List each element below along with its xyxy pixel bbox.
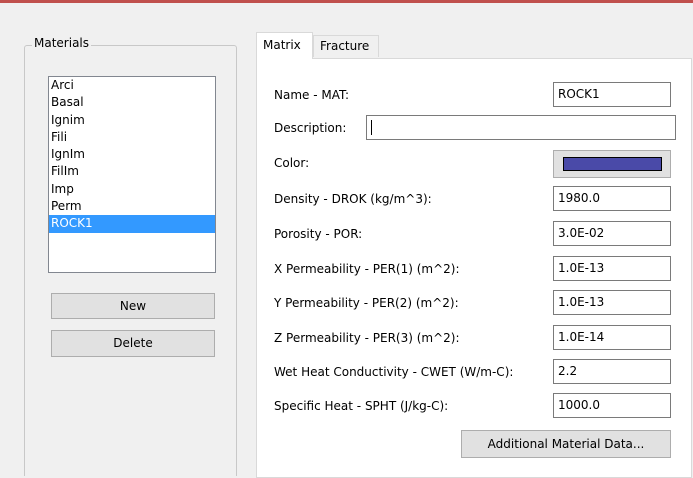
porosity-label: Porosity - POR: xyxy=(274,227,363,241)
specific-heat-label: Specific Heat - SPHT (J/kg-C): xyxy=(274,399,449,413)
list-item[interactable]: FilIm xyxy=(49,163,215,180)
list-item[interactable]: Imp xyxy=(49,181,215,198)
y-permeability-label: Y Permeability - PER(2) (m^2): xyxy=(274,296,459,310)
list-item[interactable]: Fili xyxy=(49,129,215,146)
specific-heat-field[interactable]: 1000.0 xyxy=(553,393,671,418)
list-item[interactable]: IgnIm xyxy=(49,146,215,163)
top-accent-bar xyxy=(0,0,693,3)
name-field[interactable]: ROCK1 xyxy=(553,82,671,107)
color-label: Color: xyxy=(274,156,310,170)
x-permeability-label: X Permeability - PER(1) (m^2): xyxy=(274,262,460,276)
description-label: Description: xyxy=(274,121,347,135)
materials-list[interactable]: Arci Basal Ignim Fili IgnIm FilIm Imp Pe… xyxy=(48,76,216,273)
list-item[interactable]: Arci xyxy=(49,77,215,94)
new-button[interactable]: New xyxy=(51,293,215,319)
list-item-selected[interactable]: ROCK1 xyxy=(49,215,215,233)
z-permeability-label: Z Permeability - PER(3) (m^2): xyxy=(274,331,460,345)
matrix-panel: Name - MAT: ROCK1 Description: Color: De… xyxy=(256,58,692,478)
list-item[interactable]: Basal xyxy=(49,94,215,111)
z-permeability-field[interactable]: 1.0E-14 xyxy=(553,325,671,350)
additional-material-data-button[interactable]: Additional Material Data... xyxy=(461,430,671,458)
porosity-field[interactable]: 3.0E-02 xyxy=(553,221,671,246)
color-swatch xyxy=(563,157,662,171)
x-permeability-field[interactable]: 1.0E-13 xyxy=(553,256,671,281)
materials-group-title: Materials xyxy=(32,36,92,50)
list-item[interactable]: Ignim xyxy=(49,112,215,129)
description-field[interactable] xyxy=(366,115,676,140)
density-field[interactable]: 1980.0 xyxy=(553,186,671,211)
y-permeability-field[interactable]: 1.0E-13 xyxy=(553,290,671,315)
name-label: Name - MAT: xyxy=(274,88,350,102)
tab-matrix[interactable]: Matrix xyxy=(256,32,313,59)
density-label: Density - DROK (kg/m^3): xyxy=(274,192,432,206)
list-item[interactable]: Perm xyxy=(49,198,215,215)
color-picker-button[interactable] xyxy=(553,150,671,178)
text-caret xyxy=(371,120,372,135)
wet-heat-conductivity-label: Wet Heat Conductivity - CWET (W/m-C): xyxy=(274,365,514,379)
delete-button[interactable]: Delete xyxy=(51,330,215,357)
wet-heat-conductivity-field[interactable]: 2.2 xyxy=(553,359,671,384)
tab-fracture[interactable]: Fracture xyxy=(313,35,379,57)
